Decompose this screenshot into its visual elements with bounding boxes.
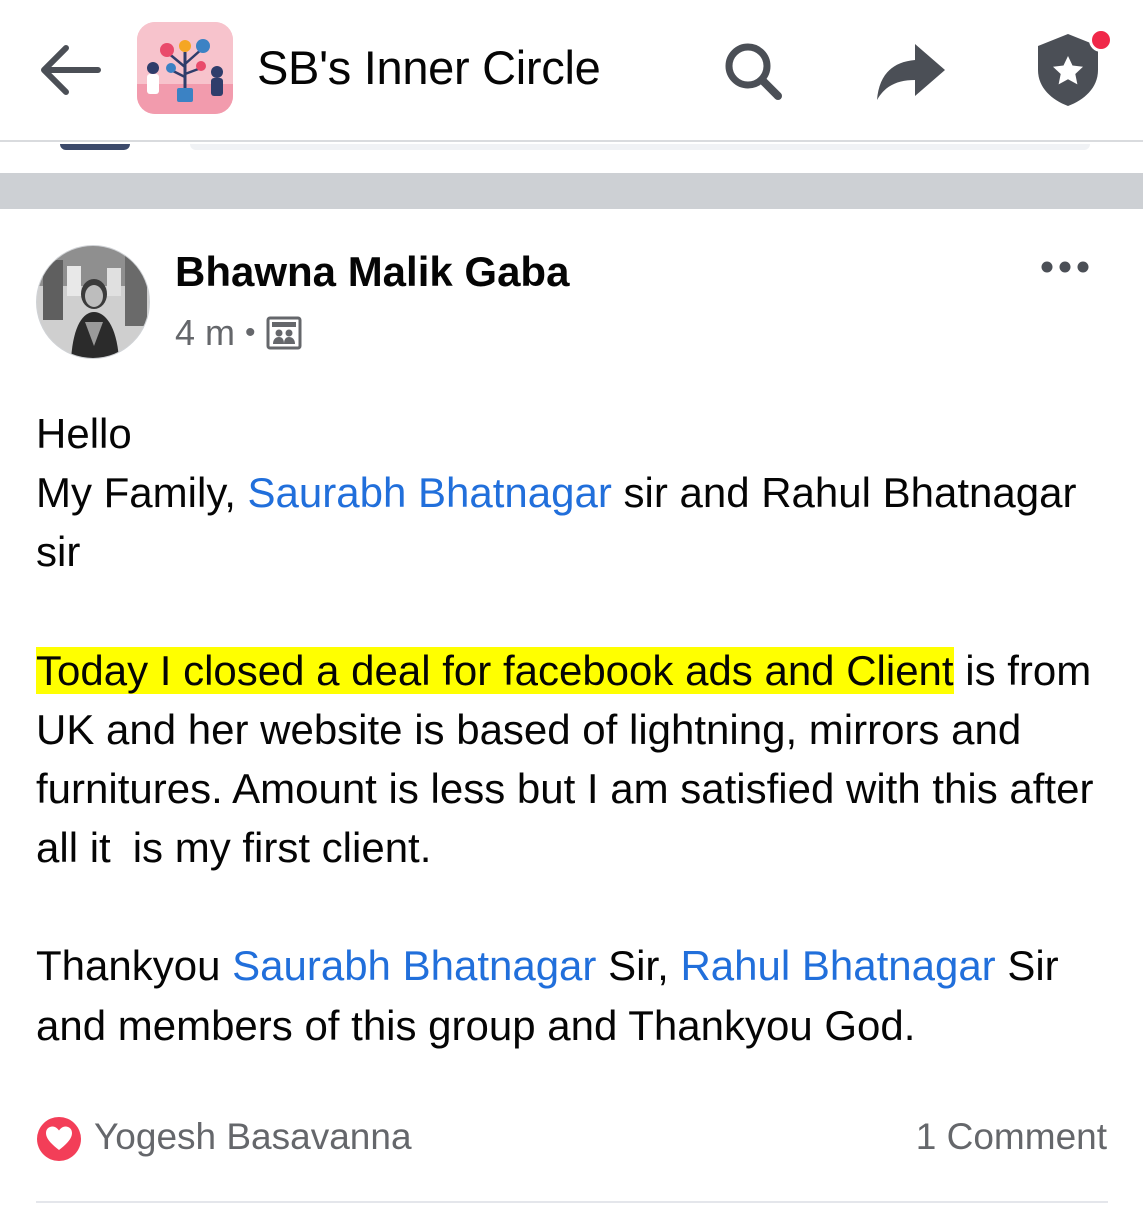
top-bar: SB's Inner Circle [0, 0, 1143, 142]
more-dots-icon [1041, 261, 1089, 273]
meta-separator: • [245, 316, 256, 349]
group-avatar[interactable] [137, 22, 233, 114]
comment-count-link[interactable]: 1 Comment [916, 1116, 1107, 1158]
post-paragraph: Today I closed a deal for facebook ads a… [36, 641, 1116, 878]
greeting-text: Hello [36, 410, 132, 457]
more-options-button[interactable] [1036, 250, 1096, 284]
notification-dot [1089, 28, 1113, 52]
post-time[interactable]: 4 m [175, 312, 235, 354]
back-button[interactable] [34, 40, 104, 100]
reactor-name[interactable]: Yogesh Basavanna [94, 1116, 412, 1158]
post-line: Hello [36, 404, 1116, 463]
search-icon [725, 43, 782, 100]
group-icon [266, 316, 302, 350]
post-meta: 4 m • [175, 312, 302, 354]
search-button[interactable] [718, 38, 788, 102]
previous-avatar-edge [60, 144, 130, 150]
author-photo [37, 246, 149, 358]
previous-content-edge [0, 144, 1143, 154]
author-avatar[interactable] [36, 245, 150, 359]
body-text: is my first client. [132, 824, 432, 872]
love-reaction-icon[interactable] [36, 1116, 82, 1162]
body-text: Sir, [596, 942, 681, 990]
admin-badge-button[interactable] [1028, 26, 1118, 110]
post-paragraph: Thankyou Saurabh Bhatnagar Sir, Rahul Bh… [36, 936, 1116, 1054]
highlighted-text: Today I closed a deal for facebook ads a… [36, 646, 954, 694]
post-line: My Family, Saurabh Bhatnagar sir and Rah… [36, 463, 1116, 581]
share-icon [877, 44, 945, 100]
previous-input-edge [190, 144, 1090, 150]
arrow-left-icon [41, 45, 101, 95]
group-title[interactable]: SB's Inner Circle [257, 40, 601, 95]
post-body: Hello My Family, Saurabh Bhatnagar sir a… [36, 404, 1116, 1055]
share-button[interactable] [873, 40, 949, 104]
group-cover-image [137, 22, 233, 114]
mention-link[interactable]: Saurabh Bhatnagar [232, 942, 596, 989]
body-text: Thankyou [36, 942, 233, 990]
footer-divider [36, 1201, 1108, 1203]
author-name[interactable]: Bhawna Malik Gaba [175, 248, 569, 296]
mention-link[interactable]: Rahul Bhatnagar [680, 942, 995, 989]
feed-separator [0, 173, 1143, 209]
body-text: My Family, [36, 469, 248, 517]
mention-link[interactable]: Saurabh Bhatnagar [248, 469, 612, 516]
